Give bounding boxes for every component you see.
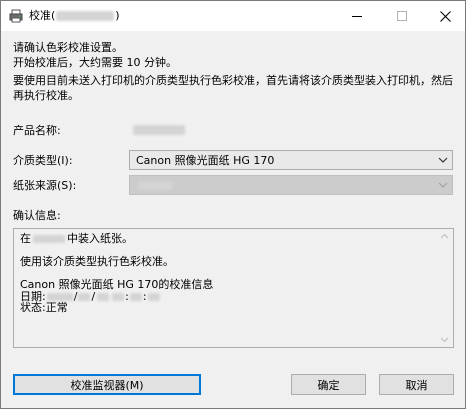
redacted-hour <box>112 292 125 301</box>
paper-source-select[interactable] <box>129 175 453 195</box>
redacted-minute <box>129 292 142 301</box>
redacted-day <box>97 292 110 301</box>
intro-line-1: 请确认色彩校准设置。 <box>13 41 123 54</box>
media-type-label: 介质类型(I): <box>13 154 73 167</box>
title-bar[interactable]: 校准() <box>1 1 465 31</box>
scroll-up-icon[interactable] <box>440 233 449 239</box>
printer-icon <box>9 9 23 23</box>
maximize-button[interactable] <box>382 1 422 31</box>
minimize-icon <box>352 16 362 17</box>
confirm-line-date: 日期: / /:: <box>20 289 430 303</box>
window-title: 校准() <box>29 9 120 23</box>
ok-button[interactable]: 确定 <box>291 374 366 395</box>
time-separator: : <box>125 289 129 303</box>
redacted-paper-source <box>138 181 172 190</box>
confirm-scrollbar[interactable] <box>436 229 453 347</box>
title-prefix: 校准( <box>29 9 56 22</box>
minimize-button[interactable] <box>337 1 377 31</box>
cancel-button[interactable]: 取消 <box>379 374 454 395</box>
redacted-second <box>147 292 160 301</box>
close-icon <box>439 10 451 22</box>
confirm-line-status: 状态:正常 <box>20 301 68 314</box>
product-name-label: 产品名称: <box>13 124 61 137</box>
confirm-info-label: 确认信息: <box>13 209 61 222</box>
scroll-down-icon[interactable] <box>440 337 449 343</box>
chevron-down-icon <box>438 182 448 188</box>
media-type-value: Canon 照像光面纸 HG 170 <box>136 154 275 167</box>
confirm-line1-suffix: 中装入纸张。 <box>67 232 133 245</box>
intro-text: 请确认色彩校准设置。 开始校准后，大约需要 10 分钟。 要使用目前未送入打印机… <box>13 40 453 103</box>
date-separator: / <box>73 289 78 303</box>
media-type-select[interactable]: Canon 照像光面纸 HG 170 <box>129 150 453 170</box>
redacted-month <box>78 292 91 301</box>
close-button[interactable] <box>425 1 465 31</box>
confirm-line-calibration-info: Canon 照像光面纸 HG 170的校准信息 <box>20 278 214 291</box>
intro-line-2: 开始校准后，大约需要 10 分钟。 <box>13 56 177 69</box>
redacted-year <box>46 292 73 301</box>
confirm-info-box[interactable]: 在 中装入纸张。 使用该介质类型执行色彩校准。 Canon 照像光面纸 HG 17… <box>13 228 454 348</box>
chevron-down-icon <box>438 157 448 163</box>
confirm-line-load-paper: 在 中装入纸张。 <box>20 233 430 245</box>
redacted-paper-source-name <box>33 235 65 243</box>
confirm-line1-prefix: 在 <box>20 232 31 245</box>
calibration-dialog: 校准() 请确认色彩校准设置。 开始校准后，大约需要 10 分钟。 要使用目前未… <box>0 0 466 409</box>
calibrate-monitor-button[interactable]: 校准监视器(M) <box>13 374 201 395</box>
date-separator: / <box>91 289 96 303</box>
title-suffix: ) <box>115 9 120 22</box>
maximize-icon <box>397 11 407 21</box>
paper-source-label: 纸张来源(S): <box>13 179 77 192</box>
redacted-printer-name <box>56 11 115 21</box>
redacted-product-name <box>133 125 185 135</box>
intro-line-3: 要使用目前未送入打印机的介质类型执行色彩校准，首先请将该介质类型装入打印机，然后… <box>13 74 453 102</box>
time-separator: : <box>142 289 147 303</box>
confirm-line-use-media: 使用该介质类型执行色彩校准。 <box>20 255 174 268</box>
confirm-info-content: 在 中装入纸张。 使用该介质类型执行色彩校准。 Canon 照像光面纸 HG 17… <box>20 233 430 314</box>
